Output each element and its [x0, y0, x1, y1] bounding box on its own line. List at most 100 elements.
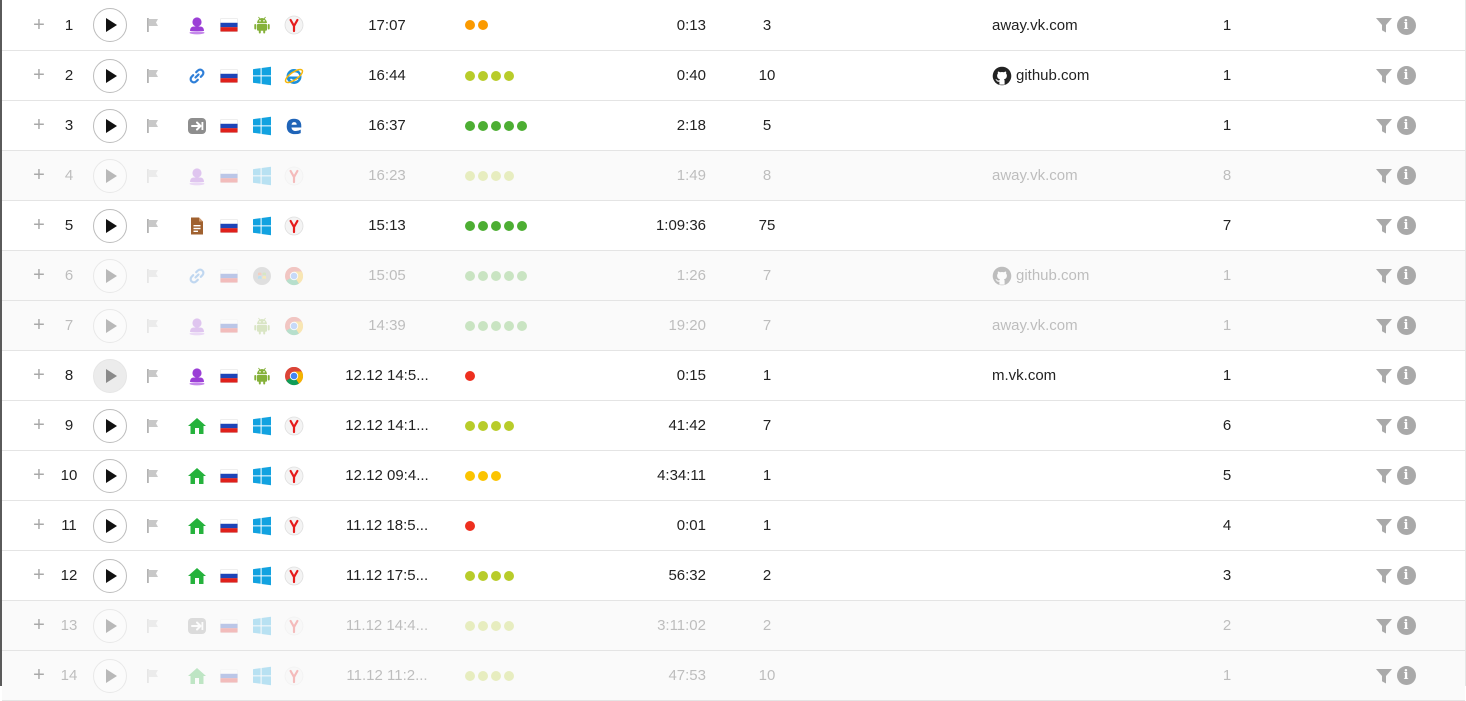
play-recording-button[interactable] — [93, 351, 129, 400]
info-icon[interactable]: i — [1396, 316, 1416, 336]
table-row[interactable]: + 4 16:23 1:49 8 away.vk.com 8 i — [2, 151, 1465, 201]
expand-plus-icon[interactable]: + — [29, 201, 49, 250]
info-icon[interactable]: i — [1396, 466, 1416, 486]
play-recording-button[interactable] — [93, 101, 129, 150]
expand-plus-icon[interactable]: + — [29, 51, 49, 100]
visit-depth: 4 — [1222, 517, 1232, 534]
filter-icon[interactable] — [1374, 516, 1394, 536]
table-row[interactable]: + 1 17:07 0:13 3 away.vk.com 1 i — [2, 0, 1465, 51]
visit-time: 17:07 — [368, 16, 406, 34]
filter-icon[interactable] — [1374, 15, 1394, 35]
filter-icon[interactable] — [1374, 416, 1394, 436]
play-icon — [106, 18, 117, 32]
table-row[interactable]: + 3 16:37 2:18 5 1 i — [2, 101, 1465, 151]
row-number: 5 — [64, 217, 74, 234]
expand-plus-icon[interactable]: + — [29, 351, 49, 400]
table-row[interactable]: + 10 12.12 09:4... 4:34:11 1 5 i — [2, 451, 1465, 501]
expand-plus-icon[interactable]: + — [29, 551, 49, 600]
info-icon[interactable]: i — [1396, 416, 1416, 436]
filter-icon[interactable] — [1374, 566, 1394, 586]
filter-icon[interactable] — [1374, 116, 1394, 136]
table-row[interactable]: + 12 11.12 17:5... 56:32 2 3 i — [2, 551, 1465, 601]
info-icon[interactable]: i — [1396, 566, 1416, 586]
filter-icon[interactable] — [1374, 366, 1394, 386]
activity-dot — [504, 120, 514, 131]
filter-icon[interactable] — [1374, 266, 1394, 286]
flag-marker-icon[interactable] — [143, 366, 163, 386]
info-icon[interactable]: i — [1396, 116, 1416, 136]
info-icon[interactable]: i — [1396, 616, 1416, 636]
activity-dot — [465, 20, 475, 30]
play-recording-button[interactable] — [93, 551, 129, 600]
filter-icon[interactable] — [1374, 66, 1394, 86]
play-recording-button[interactable] — [93, 151, 129, 200]
table-row[interactable]: + 2 16:44 0:40 10 github.com 1 i — [2, 51, 1465, 101]
info-icon[interactable]: i — [1396, 666, 1416, 686]
table-row[interactable]: + 8 12.12 14:5... 0:15 1 m.vk.com 1 i — [2, 351, 1465, 401]
activity-dot — [465, 70, 475, 81]
flag-marker-icon[interactable] — [143, 666, 163, 686]
windows-os-icon — [252, 116, 272, 136]
table-row[interactable]: + 6 15:05 1:26 7 github.com 1 i — [2, 251, 1465, 301]
info-icon[interactable]: i — [1396, 366, 1416, 386]
activity-dot — [465, 520, 475, 531]
filter-icon[interactable] — [1374, 316, 1394, 336]
info-icon[interactable]: i — [1396, 166, 1416, 186]
play-recording-button[interactable] — [93, 651, 129, 700]
flag-marker-icon[interactable] — [143, 166, 163, 186]
play-recording-button[interactable] — [93, 0, 129, 50]
flag-marker-icon[interactable] — [143, 466, 163, 486]
activity-dot — [465, 470, 475, 481]
flag-marker-icon[interactable] — [143, 416, 163, 436]
info-icon[interactable]: i — [1396, 216, 1416, 236]
play-icon — [106, 668, 117, 683]
info-icon[interactable]: i — [1396, 15, 1416, 35]
table-row[interactable]: + 5 15:13 1:09:36 75 7 i — [2, 201, 1465, 251]
play-recording-button[interactable] — [93, 501, 129, 550]
table-row[interactable]: + 11 11.12 18:5... 0:01 1 4 i — [2, 501, 1465, 551]
play-recording-button[interactable] — [93, 451, 129, 500]
expand-plus-icon[interactable]: + — [29, 651, 49, 700]
expand-plus-icon[interactable]: + — [29, 151, 49, 200]
flag-marker-icon[interactable] — [143, 216, 163, 236]
expand-plus-icon[interactable]: + — [29, 251, 49, 300]
expand-plus-icon[interactable]: + — [29, 301, 49, 350]
expand-plus-icon[interactable]: + — [29, 101, 49, 150]
flag-marker-icon[interactable] — [143, 15, 163, 35]
activity-dot — [478, 220, 488, 231]
table-row[interactable]: + 13 11.12 14:4... 3:11:02 2 2 i — [2, 601, 1465, 651]
play-recording-button[interactable] — [93, 251, 129, 300]
play-recording-button[interactable] — [93, 301, 129, 350]
table-row[interactable]: + 7 14:39 19:20 7 away.vk.com 1 i — [2, 301, 1465, 351]
flag-marker-icon[interactable] — [143, 566, 163, 586]
flag-marker-icon[interactable] — [143, 116, 163, 136]
info-icon[interactable]: i — [1396, 66, 1416, 86]
flag-marker-icon[interactable] — [143, 266, 163, 286]
table-row[interactable]: + 9 12.12 14:1... 41:42 7 6 i — [2, 401, 1465, 451]
expand-plus-icon[interactable]: + — [29, 601, 49, 650]
filter-icon[interactable] — [1374, 216, 1394, 236]
expand-plus-icon[interactable]: + — [29, 401, 49, 450]
flag-marker-icon[interactable] — [143, 316, 163, 336]
filter-icon[interactable] — [1374, 466, 1394, 486]
expand-plus-icon[interactable]: + — [29, 0, 49, 50]
expand-plus-icon[interactable]: + — [29, 451, 49, 500]
table-row[interactable]: + 14 11.12 11:2... 47:53 10 1 i — [2, 651, 1465, 701]
play-recording-button[interactable] — [93, 51, 129, 100]
play-recording-button[interactable] — [93, 601, 129, 650]
play-recording-button[interactable] — [93, 201, 129, 250]
expand-plus-icon[interactable]: + — [29, 501, 49, 550]
visit-depth: 1 — [1222, 367, 1232, 384]
info-icon[interactable]: i — [1396, 516, 1416, 536]
filter-icon[interactable] — [1374, 616, 1394, 636]
filter-icon[interactable] — [1374, 666, 1394, 686]
github-icon — [992, 66, 1012, 86]
filter-icon[interactable] — [1374, 166, 1394, 186]
info-icon[interactable]: i — [1396, 266, 1416, 286]
play-recording-button[interactable] — [93, 401, 129, 450]
visit-depth: 1 — [1222, 67, 1232, 84]
flag-marker-icon[interactable] — [143, 616, 163, 636]
flag-marker-icon[interactable] — [143, 66, 163, 86]
page-views: 3 — [762, 16, 772, 34]
flag-marker-icon[interactable] — [143, 516, 163, 536]
